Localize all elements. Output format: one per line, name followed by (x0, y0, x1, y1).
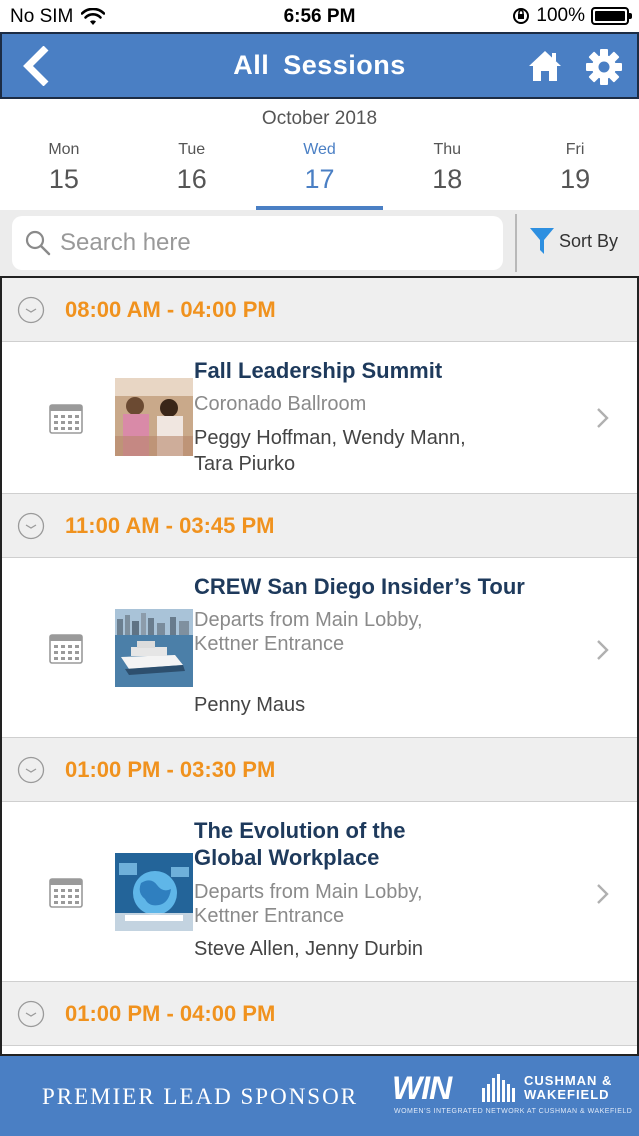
time-range: 08:00 AM - 04:00 PM (65, 296, 276, 322)
session-row[interactable]: The Evolution of the Global Workplace De… (2, 802, 637, 982)
time-group-header[interactable]: 01:00 PM - 04:00 PM (2, 982, 637, 1046)
session-location: Departs from Main Lobby, Kettner Entranc… (194, 881, 423, 927)
calendar-icon[interactable] (48, 874, 84, 910)
battery-percent: 100% (536, 5, 585, 26)
search-bar: Sort By (0, 210, 639, 276)
day-selector: Mon 15 Tue 16 Wed 17 Thu 18 Fri 19 (0, 138, 639, 210)
time-group-header[interactable]: 01:00 PM - 03:30 PM (2, 738, 637, 802)
time-range: 11:00 AM - 03:45 PM (65, 512, 275, 538)
day-number: 18 (432, 164, 463, 194)
session-speakers: Steve Allen, Jenny Durbin (194, 938, 424, 960)
chevron-right-icon (597, 884, 609, 904)
building-icon (482, 1074, 515, 1102)
day-name: Fri (565, 141, 585, 158)
session-title: CREW San Diego Insider’s Tour (194, 574, 525, 599)
win-logo-text: WIN (392, 1070, 452, 1106)
home-icon[interactable] (527, 48, 563, 84)
chevron-right-icon (597, 640, 609, 660)
session-title: The Evolution of the Global Workplace (194, 818, 406, 870)
day-number: 17 (304, 164, 335, 194)
status-bar: No SIM 6:56 PM 100% (0, 0, 639, 32)
cushman-wakefield-text: CUSHMAN & WAKEFIELD (524, 1074, 612, 1102)
orientation-lock-icon (513, 8, 530, 24)
status-right: 100% (512, 5, 632, 27)
session-location: Coronado Ballroom (194, 393, 367, 415)
session-thumbnail (115, 853, 193, 931)
clock-icon (17, 1000, 45, 1027)
session-thumbnail (115, 378, 193, 456)
day-number: 16 (176, 164, 207, 194)
day-name: Wed (303, 141, 336, 158)
divider (515, 214, 517, 272)
nav-bar: All Sessions (0, 32, 639, 99)
month-label: October 2018 (261, 108, 378, 129)
day-tab-mon[interactable]: Mon 15 (0, 138, 128, 210)
cushman-line: CUSHMAN & (524, 1073, 613, 1088)
day-number: 19 (560, 164, 591, 194)
search-input[interactable] (60, 229, 480, 257)
clock-icon (17, 296, 45, 323)
sponsor-label: PREMIER LEAD SPONSOR (42, 1084, 359, 1109)
sponsor-banner[interactable]: PREMIER LEAD SPONSOR WIN CUSHMAN & WAKEF… (0, 1056, 639, 1136)
win-tagline: WOMEN'S INTEGRATED NETWORK AT CUSHMAN & … (394, 1108, 633, 1115)
time-group-header[interactable]: 08:00 AM - 04:00 PM (2, 278, 637, 342)
gear-icon[interactable] (585, 48, 623, 86)
time-range: 01:00 PM - 04:00 PM (65, 1000, 276, 1026)
session-location: Departs from Main Lobby, Kettner Entranc… (194, 609, 423, 655)
day-name: Mon (48, 141, 80, 158)
session-speakers: Peggy Hoffman, Wendy Mann, Tara Piurko (194, 427, 466, 475)
day-name: Tue (178, 141, 206, 158)
sort-by-label: Sort By (559, 230, 619, 251)
chevron-right-icon (597, 408, 609, 428)
sort-by-button[interactable]: Sort By (529, 226, 618, 256)
session-row[interactable]: Fall Leadership Summit Coronado Ballroom… (2, 342, 637, 494)
clock-icon (17, 512, 45, 539)
day-tab-fri[interactable]: Fri 19 (511, 138, 639, 210)
session-row[interactable]: CREW San Diego Insider’s Tour Departs fr… (2, 558, 637, 738)
day-number: 15 (48, 164, 79, 194)
battery-fill (595, 11, 625, 21)
session-list[interactable]: 08:00 AM - 04:00 PM Fall Leadership Summ… (0, 276, 639, 1056)
calendar-icon[interactable] (48, 630, 84, 666)
session-speakers: Penny Maus (194, 694, 306, 716)
calendar-icon[interactable] (48, 400, 84, 436)
sponsor-logo: WIN CUSHMAN & WAKEFIELD WOMEN'S INTEGRAT… (392, 1070, 632, 1122)
search-box[interactable] (12, 216, 503, 270)
day-name: Thu (433, 141, 462, 158)
day-tab-tue[interactable]: Tue 16 (128, 138, 256, 210)
day-tab-thu[interactable]: Thu 18 (383, 138, 511, 210)
battery-icon (591, 7, 632, 25)
session-title: Fall Leadership Summit (194, 358, 443, 383)
time-group-header[interactable]: 11:00 AM - 03:45 PM (2, 494, 637, 558)
filter-icon (530, 228, 554, 254)
clock-icon (17, 756, 45, 783)
day-tab-wed[interactable]: Wed 17 (255, 138, 384, 210)
search-icon (25, 230, 51, 256)
wakefield-line: WAKEFIELD (524, 1087, 610, 1102)
time-range: 01:00 PM - 03:30 PM (65, 756, 276, 782)
session-thumbnail (115, 609, 193, 687)
